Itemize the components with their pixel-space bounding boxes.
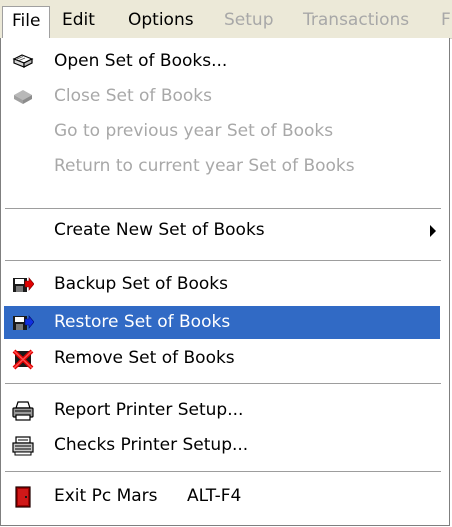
menu-separator <box>5 260 441 262</box>
chevron-right-icon <box>430 225 436 237</box>
menu-separator <box>5 383 441 385</box>
menu-item-label: Remove Set of Books <box>54 348 235 368</box>
disk-restore-icon <box>12 312 35 334</box>
menu-item-remove-set-of-books[interactable]: Remove Set of Books <box>4 342 440 375</box>
menu-file[interactable]: File <box>2 6 51 39</box>
shortcut-label: ALT-F4 <box>187 486 242 506</box>
menu-item-label: Report Printer Setup... <box>54 400 244 420</box>
menu-item-label: Backup Set of Books <box>54 274 228 294</box>
menu-bar: File Edit Options Setup Transactions F <box>0 0 452 39</box>
menu-item-close-set-of-books[interactable]: Close Set of Books <box>4 80 440 113</box>
printer-icon <box>12 400 34 422</box>
menu-separator <box>5 208 441 210</box>
menu-item-label: Close Set of Books <box>54 86 212 106</box>
exit-door-icon <box>12 486 34 508</box>
menu-item-label: Checks Printer Setup... <box>54 435 249 455</box>
file-dropdown-menu: Open Set of Books... Close Set of Books … <box>0 38 450 526</box>
menu-item-open-set-of-books[interactable]: Open Set of Books... <box>4 45 440 78</box>
menu-setup[interactable]: Setup <box>224 8 273 32</box>
menu-edit[interactable]: Edit <box>62 8 95 32</box>
menu-item-label: Restore Set of Books <box>54 312 231 332</box>
menu-item-checks-printer-setup[interactable]: Checks Printer Setup... <box>4 429 440 462</box>
menu-item-label: Return to current year Set of Books <box>54 156 355 176</box>
menu-item-restore-set-of-books[interactable]: Restore Set of Books <box>4 306 440 339</box>
menu-item-label: Create New Set of Books <box>54 220 265 240</box>
disk-backup-icon <box>12 274 35 296</box>
menu-item-previous-year[interactable]: Go to previous year Set of Books <box>4 115 440 148</box>
menu-options[interactable]: Options <box>128 8 194 32</box>
menu-item-return-current-year[interactable]: Return to current year Set of Books <box>4 150 440 183</box>
remove-icon <box>12 348 34 370</box>
menu-item-label: Go to previous year Set of Books <box>54 121 334 141</box>
open-book-icon <box>12 51 34 73</box>
closed-book-icon <box>12 86 34 108</box>
menu-transactions[interactable]: Transactions <box>303 8 409 32</box>
menu-item-label: Exit Pc Mars <box>54 486 158 506</box>
menu-item-label: Open Set of Books... <box>54 51 228 71</box>
menu-more[interactable]: F <box>441 8 451 32</box>
menu-item-report-printer-setup[interactable]: Report Printer Setup... <box>4 394 440 427</box>
menu-item-exit[interactable]: Exit Pc Mars ALT-F4 <box>4 480 440 513</box>
check-printer-icon <box>12 435 34 457</box>
menu-item-backup-set-of-books[interactable]: Backup Set of Books <box>4 268 440 301</box>
menu-item-create-new-set-of-books[interactable]: Create New Set of Books <box>4 214 440 247</box>
menu-separator <box>5 471 441 473</box>
